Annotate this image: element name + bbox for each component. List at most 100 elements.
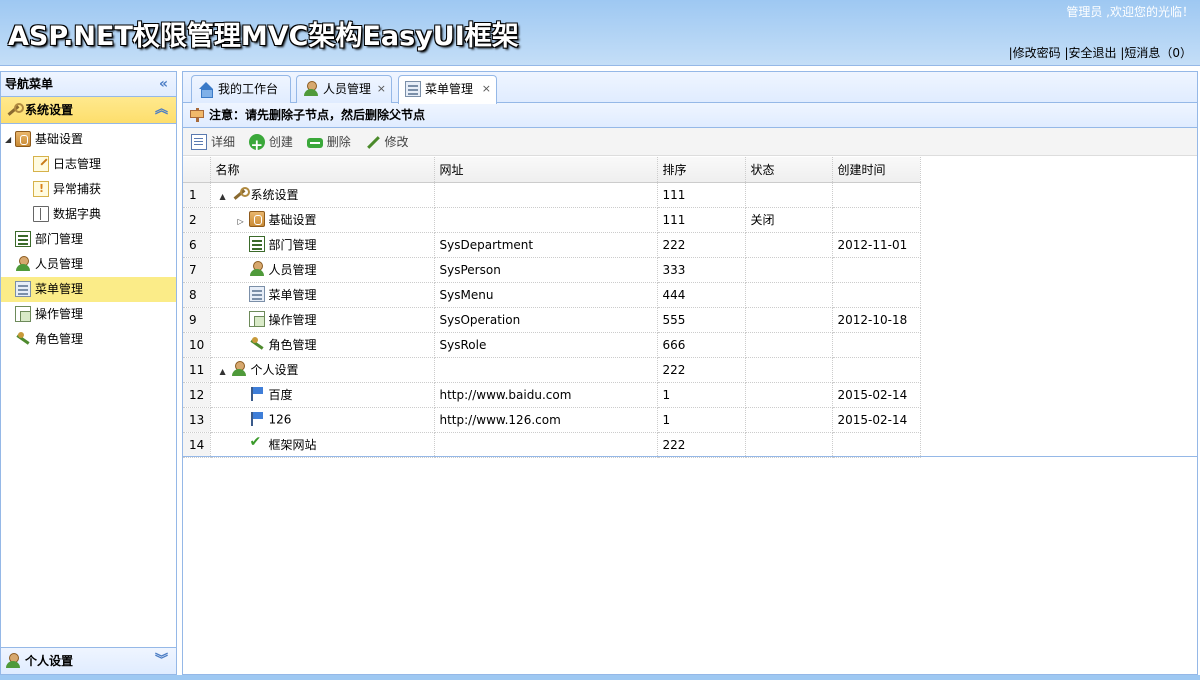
footer-bar <box>0 675 1200 680</box>
notice-text: 注意：请先删除子节点，然后删除父节点 <box>209 108 426 122</box>
accordion-personal-settings[interactable]: 个人设置 ︾ <box>1 647 176 674</box>
cell-sort: 1 <box>657 407 746 433</box>
cell-name-text: 操作管理 <box>268 312 317 327</box>
tree-node-exception[interactable]: 异常捕获 <box>1 177 176 202</box>
cell-sort: 222 <box>657 432 746 458</box>
tree-node-role[interactable]: 角色管理 <box>1 327 176 352</box>
check-icon <box>249 434 265 452</box>
tree-node-label: 角色管理 <box>35 332 84 346</box>
table-row[interactable]: 10 角色管理 SysRole 666 <box>183 332 921 358</box>
table-row[interactable]: 9 操作管理 SysOperation 555 2012-10-18 <box>183 307 921 333</box>
row-number: 2 <box>183 207 211 233</box>
tab-menu[interactable]: 菜单管理 × <box>398 75 497 104</box>
cell-name: 126 <box>210 407 435 433</box>
accordion-label: 个人设置 <box>25 654 74 668</box>
detail-icon <box>191 133 207 150</box>
close-icon[interactable]: × <box>377 76 386 102</box>
change-password-link[interactable]: |修改密码 <box>1009 46 1061 60</box>
table-row[interactable]: 2 ▷ 基础设置 111 关闭 <box>183 207 921 233</box>
tree-toggle-icon[interactable]: ▷ <box>238 217 249 226</box>
close-icon[interactable]: × <box>482 76 491 102</box>
cell-name-text: 角色管理 <box>268 337 317 352</box>
tree-toggle-icon[interactable]: ▲ <box>220 367 231 376</box>
accordion-system-settings[interactable]: 系统设置 ︽ <box>1 97 176 124</box>
tree-node-dictionary[interactable]: 数据字典 <box>1 202 176 227</box>
cell-name: 百度 <box>210 382 435 408</box>
cell-status <box>745 432 833 458</box>
tab-label: 人员管理 <box>323 82 372 96</box>
detail-button[interactable]: 详细 <box>191 128 235 156</box>
navigation-panel-header: 导航菜单 « <box>1 72 176 97</box>
menu-tree-grid: 名称 网址 排序 状态 创建时间 1 ▲ 系统设置 111 2 ▷ 基础设置 111 关闭 6 部门… <box>183 157 921 458</box>
cell-name-text: 个人设置 <box>250 362 299 377</box>
table-row[interactable]: 7 人员管理 SysPerson 333 <box>183 257 921 283</box>
cell-name-text: 部门管理 <box>268 237 317 252</box>
book-icon <box>248 211 265 228</box>
column-header-name[interactable]: 名称 <box>210 157 435 183</box>
cell-url: http://www.126.com <box>434 407 658 433</box>
tree-node-label: 异常捕获 <box>53 182 102 196</box>
tree-node-basic-settings[interactable]: ◢ 基础设置 <box>1 127 176 152</box>
accordion-label: 系统设置 <box>25 103 74 117</box>
warning-icon <box>33 180 49 197</box>
cell-status <box>745 257 833 283</box>
grid-header-row: 名称 网址 排序 状态 创建时间 <box>183 157 921 183</box>
rownumber-header <box>183 157 211 183</box>
app-header: ASP.NET权限管理MVC架构EasyUI框架 管理员 ,欢迎您的光临！ |修… <box>0 0 1200 66</box>
cell-name: 操作管理 <box>210 307 435 333</box>
row-number: 12 <box>183 382 211 408</box>
table-row[interactable]: 11 ▲ 个人设置 222 <box>183 357 921 383</box>
table-row[interactable]: 1 ▲ 系统设置 111 <box>183 182 921 208</box>
cell-name: 部门管理 <box>210 232 435 258</box>
cell-sort: 666 <box>657 332 746 358</box>
delete-button[interactable]: 删除 <box>306 128 351 156</box>
tree-node-log[interactable]: 日志管理 <box>1 152 176 177</box>
collapse-up-icon[interactable]: ︽ <box>155 97 168 123</box>
table-row[interactable]: 14 框架网站 222 <box>183 432 921 458</box>
cell-name-text: 菜单管理 <box>268 287 317 302</box>
person-icon <box>231 361 247 377</box>
menu-icon <box>15 280 31 297</box>
tab-workbench[interactable]: 我的工作台 <box>191 75 291 103</box>
tab-person[interactable]: 人员管理 × <box>296 75 392 103</box>
tree-node-menu[interactable]: 菜单管理 <box>1 277 176 302</box>
cell-name-text: 百度 <box>268 387 293 402</box>
column-header-url[interactable]: 网址 <box>434 157 658 183</box>
tree-node-person[interactable]: 人员管理 <box>1 252 176 277</box>
expand-down-icon[interactable]: ︾ <box>155 648 168 674</box>
cell-name: 菜单管理 <box>210 282 435 308</box>
cell-url <box>434 357 658 383</box>
person-icon <box>15 255 31 272</box>
table-row[interactable]: 8 菜单管理 SysMenu 444 <box>183 282 921 308</box>
row-number: 10 <box>183 332 211 358</box>
table-row[interactable]: 13 126 http://www.126.com 1 2015-02-14 <box>183 407 921 433</box>
cell-name: 人员管理 <box>210 257 435 283</box>
tree-node-department[interactable]: 部门管理 <box>1 227 176 252</box>
create-button[interactable]: 创建 <box>248 128 293 159</box>
messages-link[interactable]: |短消息（0） <box>1120 46 1192 60</box>
cell-sort: 222 <box>657 357 746 383</box>
tree-expanded-icon[interactable]: ◢ <box>5 127 11 152</box>
cell-name: ▲ 系统设置 <box>210 182 435 208</box>
table-row[interactable]: 12 百度 http://www.baidu.com 1 2015-02-14 <box>183 382 921 408</box>
cell-sort: 111 <box>657 207 746 233</box>
tree-node-label: 数据字典 <box>53 207 102 221</box>
column-header-status[interactable]: 状态 <box>745 157 833 183</box>
collapse-left-icon[interactable]: « <box>159 72 168 96</box>
edit-button[interactable]: 修改 <box>365 128 409 156</box>
cell-url <box>434 182 658 208</box>
cell-name: 角色管理 <box>210 332 435 358</box>
row-number: 9 <box>183 307 211 333</box>
cell-status: 关闭 <box>745 207 833 233</box>
table-row[interactable]: 6 部门管理 SysDepartment 222 2012-11-01 <box>183 232 921 258</box>
column-header-sort[interactable]: 排序 <box>657 157 746 183</box>
role-icon <box>15 331 31 347</box>
flag-icon <box>249 386 265 402</box>
tree-toggle-icon[interactable]: ▲ <box>220 192 231 201</box>
cell-status <box>745 332 833 358</box>
column-header-created[interactable]: 创建时间 <box>832 157 921 183</box>
logout-link[interactable]: |安全退出 <box>1064 46 1116 60</box>
flag-icon <box>249 411 265 427</box>
add-icon <box>248 131 265 159</box>
tree-node-operation[interactable]: 操作管理 <box>1 302 176 327</box>
